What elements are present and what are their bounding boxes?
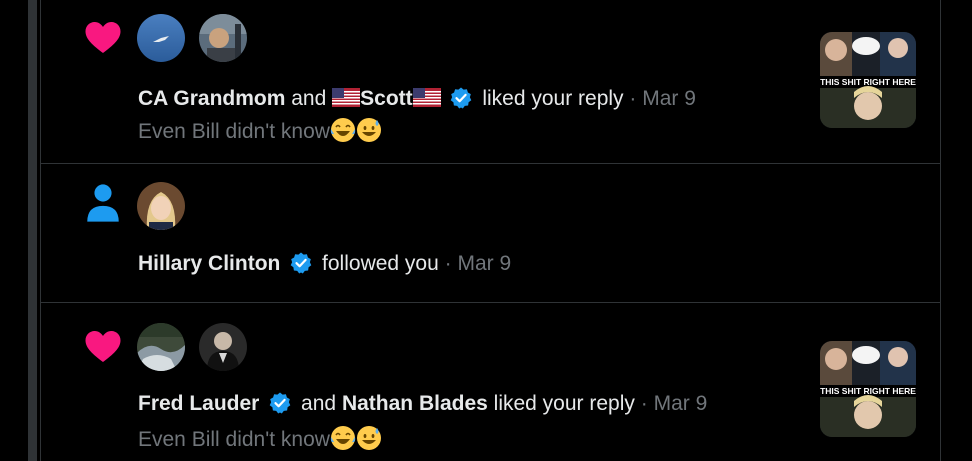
- person-icon: [87, 184, 119, 222]
- notification-like[interactable]: Fred Lauder and Nathan Blades liked your…: [41, 303, 940, 461]
- reply-preview-text: Even Bill didn't know: [138, 120, 330, 143]
- avatar[interactable]: [137, 14, 185, 62]
- user-name[interactable]: Nathan Blades: [342, 392, 488, 415]
- right-divider: [940, 0, 941, 461]
- reply-preview[interactable]: Even Bill didn't know: [138, 117, 382, 146]
- grinning-sweat-emoji-icon: [356, 118, 381, 142]
- media-thumbnail[interactable]: THIS SHIT RIGHT HERE: [820, 32, 916, 128]
- action-text: liked your reply: [482, 87, 624, 110]
- conjunction: and: [291, 87, 327, 110]
- thumbnail-caption: THIS SHIT RIGHT HERE: [820, 77, 916, 87]
- conjunction: and: [301, 392, 337, 415]
- timestamp[interactable]: Mar 9: [457, 252, 511, 275]
- user-name[interactable]: Fred Lauder: [138, 392, 259, 415]
- heart-icon: [85, 331, 121, 362]
- reply-preview[interactable]: Even Bill didn't know: [138, 425, 382, 454]
- notification-text: Hillary Clinton followed you · Mar 9: [138, 250, 511, 278]
- avatar[interactable]: [199, 323, 247, 371]
- user-name[interactable]: Hillary Clinton: [138, 252, 280, 275]
- thumbnail-caption: THIS SHIT RIGHT HERE: [820, 386, 916, 396]
- notification-text: Fred Lauder and Nathan Blades liked your…: [138, 390, 707, 418]
- notification-like[interactable]: CA Grandmom and Scott liked your reply ·…: [41, 0, 940, 164]
- scrollbar-track[interactable]: [28, 0, 37, 461]
- verified-badge-icon: [290, 252, 312, 274]
- avatar[interactable]: [199, 14, 247, 62]
- action-text: followed you: [322, 252, 439, 275]
- user-name[interactable]: Scott: [360, 87, 413, 110]
- laughing-tears-emoji-icon: [330, 426, 356, 450]
- avatar[interactable]: [137, 182, 185, 230]
- notification-follow[interactable]: Hillary Clinton followed you · Mar 9: [41, 164, 940, 303]
- timestamp[interactable]: Mar 9: [642, 87, 696, 110]
- verified-badge-icon: [451, 87, 472, 109]
- separator-dot: ·: [629, 87, 637, 110]
- grinning-sweat-emoji-icon: [356, 426, 381, 450]
- separator-dot: ·: [640, 392, 648, 415]
- reply-preview-text: Even Bill didn't know: [138, 428, 330, 451]
- us-flag-icon: [412, 88, 441, 107]
- verified-badge-icon: [269, 392, 291, 414]
- us-flag-icon: [332, 88, 361, 107]
- action-text: liked your reply: [493, 392, 635, 415]
- media-thumbnail[interactable]: THIS SHIT RIGHT HERE: [820, 341, 916, 437]
- laughing-tears-emoji-icon: [330, 118, 356, 142]
- separator-dot: ·: [444, 252, 452, 275]
- avatar[interactable]: [137, 323, 185, 371]
- timestamp[interactable]: Mar 9: [654, 392, 708, 415]
- heart-icon: [85, 22, 121, 53]
- user-name[interactable]: CA Grandmom: [138, 87, 285, 110]
- notification-text: CA Grandmom and Scott liked your reply ·…: [138, 85, 696, 113]
